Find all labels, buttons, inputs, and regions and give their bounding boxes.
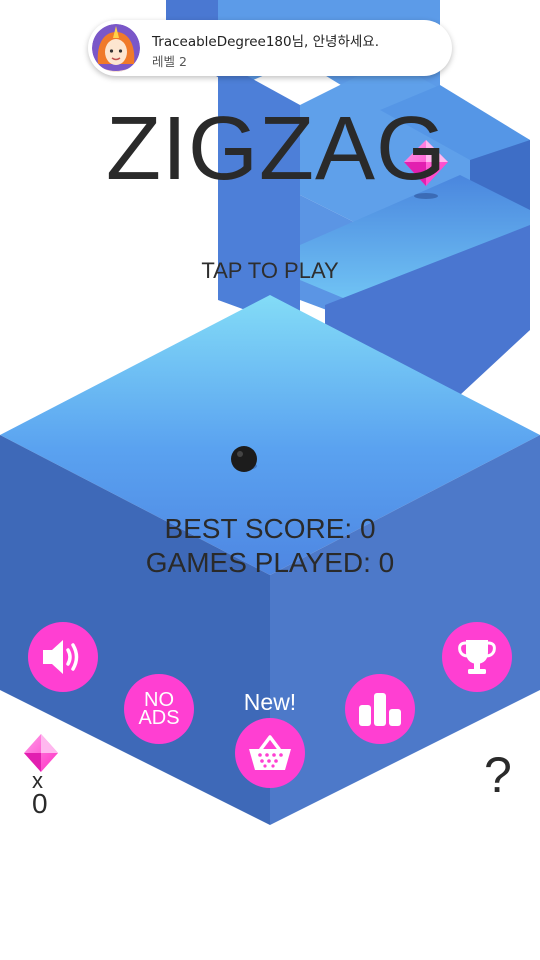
shop-button[interactable] <box>235 718 305 788</box>
player-level: 레벨 2 <box>152 54 187 69</box>
leaderboard-icon <box>359 693 401 726</box>
leaderboard-button[interactable] <box>345 674 415 744</box>
player-welcome-toast: TraceableDegree180님, 안녕하세요. 레벨 2 <box>88 20 452 76</box>
speaker-icon <box>43 640 79 674</box>
sound-toggle-button[interactable] <box>28 622 98 692</box>
trophy-icon <box>458 640 496 674</box>
games-played-label: GAMES PLAYED: 0 <box>145 547 395 578</box>
game-title: ZIGZAG <box>106 99 447 199</box>
gem-count-value: 0 <box>32 788 48 819</box>
best-score-label: BEST SCORE: 0 <box>164 513 376 544</box>
player-ball <box>231 446 257 472</box>
basket-icon <box>249 735 291 770</box>
achievements-button[interactable] <box>442 622 512 692</box>
tap-to-play-label[interactable]: TAP TO PLAY <box>0 258 540 284</box>
unicorn-avatar-icon <box>92 24 140 72</box>
no-ads-button[interactable]: NO ADS <box>124 674 194 744</box>
player-username: TraceableDegree180님, 안녕하세요. <box>152 34 380 50</box>
help-button[interactable]: ? <box>484 750 512 800</box>
no-ads-line2: ADS <box>138 707 180 729</box>
shop-new-badge: New! <box>243 689 297 715</box>
